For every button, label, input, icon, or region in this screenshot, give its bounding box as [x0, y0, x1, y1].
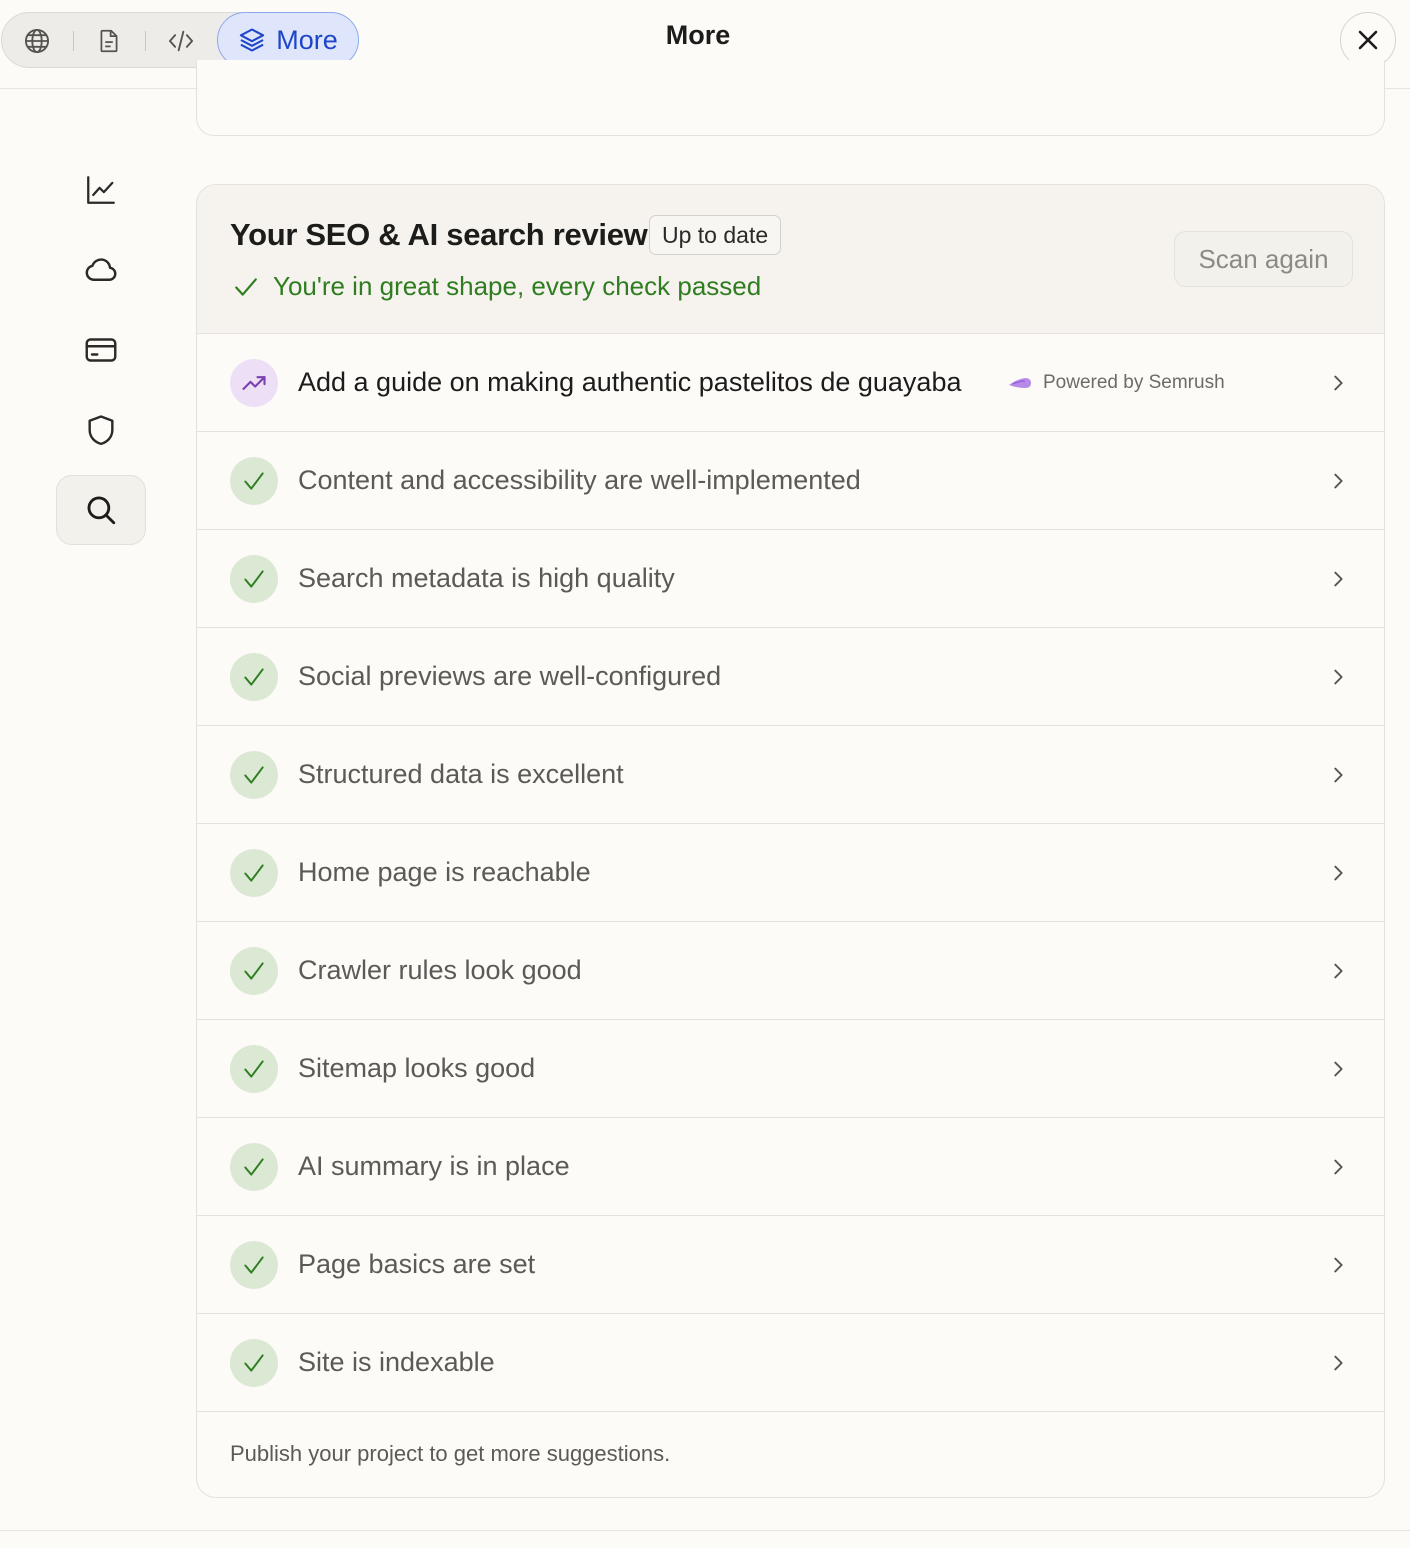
divider	[145, 31, 146, 51]
divider	[73, 31, 74, 51]
divider	[0, 1530, 1410, 1531]
semrush-logo-icon	[1009, 378, 1031, 388]
sidebar-item-security[interactable]	[56, 395, 146, 465]
check-badge	[230, 1241, 278, 1289]
review-header: Your SEO & AI search review Up to date Y…	[197, 185, 1384, 334]
check-badge	[230, 751, 278, 799]
check-row[interactable]: Structured data is excellent	[197, 726, 1384, 824]
chevron-right-icon	[1334, 1061, 1343, 1077]
check-icon	[244, 766, 264, 784]
check-row[interactable]: AI summary is in place	[197, 1118, 1384, 1216]
sidebar-item-billing[interactable]	[56, 315, 146, 385]
tab-page[interactable]	[91, 23, 127, 59]
globe-icon	[24, 28, 50, 54]
tab-globe[interactable]	[19, 23, 55, 59]
status-badge: Up to date	[649, 215, 782, 255]
credit-card-icon	[85, 338, 117, 362]
chevron-right-icon	[1334, 669, 1343, 685]
check-badge	[230, 849, 278, 897]
chevron-right-icon	[1334, 1355, 1343, 1371]
check-icon	[244, 472, 264, 490]
tab-code[interactable]	[163, 23, 199, 59]
chevron-right-icon	[1334, 1159, 1343, 1175]
check-label: Sitemap looks good	[298, 1053, 536, 1083]
footer-note: Publish your project to get more suggest…	[230, 1441, 671, 1466]
check-label: Search metadata is high quality	[298, 563, 675, 593]
check-label: Home page is reachable	[298, 857, 591, 887]
check-badge	[230, 457, 278, 505]
check-row[interactable]: Sitemap looks good	[197, 1020, 1384, 1118]
check-label: Site is indexable	[298, 1347, 495, 1377]
check-icon	[244, 864, 264, 882]
panel-title: More	[665, 20, 731, 50]
sidebar-item-analytics[interactable]	[56, 155, 146, 225]
sidebar-item-seo[interactable]	[56, 475, 146, 545]
check-badge	[230, 1045, 278, 1093]
review-status: You're in great shape, every check passe…	[233, 271, 761, 302]
chevron-right-icon	[1334, 375, 1343, 391]
chevron-right-icon	[1334, 473, 1343, 489]
check-icon	[244, 962, 264, 980]
check-icon	[244, 1060, 264, 1078]
chevron-right-icon	[1334, 865, 1343, 881]
check-badge	[230, 1339, 278, 1387]
search-icon	[87, 496, 116, 525]
check-label: Structured data is excellent	[298, 759, 624, 789]
page: More More Your SEO & AI search review Up…	[0, 0, 1410, 1548]
scan-again-button[interactable]: Scan again	[1174, 231, 1353, 287]
check-label: Page basics are set	[298, 1249, 536, 1279]
check-icon	[244, 570, 264, 588]
layers-icon	[240, 28, 265, 52]
previous-section-card	[196, 60, 1385, 136]
check-label: Social previews are well-configured	[298, 661, 722, 691]
check-label: Crawler rules look good	[298, 955, 582, 985]
check-row[interactable]: Crawler rules look good	[197, 922, 1384, 1020]
analytics-chart-icon	[87, 176, 115, 204]
check-row[interactable]: Content and accessibility are well-imple…	[197, 432, 1384, 530]
powered-by: Powered by Semrush	[1007, 372, 1225, 394]
code-icon	[168, 30, 194, 52]
check-icon	[235, 277, 257, 296]
check-icon	[244, 668, 264, 686]
check-label: AI summary is in place	[298, 1151, 570, 1181]
chevron-right-icon	[1334, 767, 1343, 783]
check-badge	[230, 947, 278, 995]
suggestion-label: Add a guide on making authentic pastelit…	[298, 367, 962, 397]
suggestion-row[interactable]: Add a guide on making authentic pastelit…	[197, 334, 1384, 432]
shield-icon	[88, 415, 114, 446]
tab-more-label: More	[276, 24, 338, 55]
review-status-text: You're in great shape, every check passe…	[273, 271, 762, 301]
review-title: Your SEO & AI search review	[230, 217, 648, 252]
check-row[interactable]: Page basics are set	[197, 1216, 1384, 1314]
seo-review-card: Your SEO & AI search review Up to date Y…	[196, 184, 1385, 1498]
powered-by-text: Powered by Semrush	[1043, 372, 1225, 393]
check-badge	[230, 555, 278, 603]
check-icon	[244, 1256, 264, 1274]
trending-up-icon	[242, 376, 266, 390]
sidebar-item-hosting[interactable]	[56, 235, 146, 305]
check-row[interactable]: Site is indexable	[197, 1314, 1384, 1412]
chevron-right-icon	[1334, 571, 1343, 587]
chevron-right-icon	[1334, 963, 1343, 979]
check-badge	[230, 1143, 278, 1191]
check-icon	[244, 1158, 264, 1176]
check-badge	[230, 653, 278, 701]
check-row[interactable]: Home page is reachable	[197, 824, 1384, 922]
document-icon	[100, 29, 118, 53]
check-row[interactable]: Social previews are well-configured	[197, 628, 1384, 726]
check-label: Content and accessibility are well-imple…	[298, 465, 861, 495]
chevron-right-icon	[1334, 1257, 1343, 1273]
check-icon	[244, 1354, 264, 1372]
check-row[interactable]: Search metadata is high quality	[197, 530, 1384, 628]
cloud-icon	[85, 258, 117, 281]
suggestion-badge	[230, 359, 278, 407]
close-icon	[1358, 30, 1378, 50]
